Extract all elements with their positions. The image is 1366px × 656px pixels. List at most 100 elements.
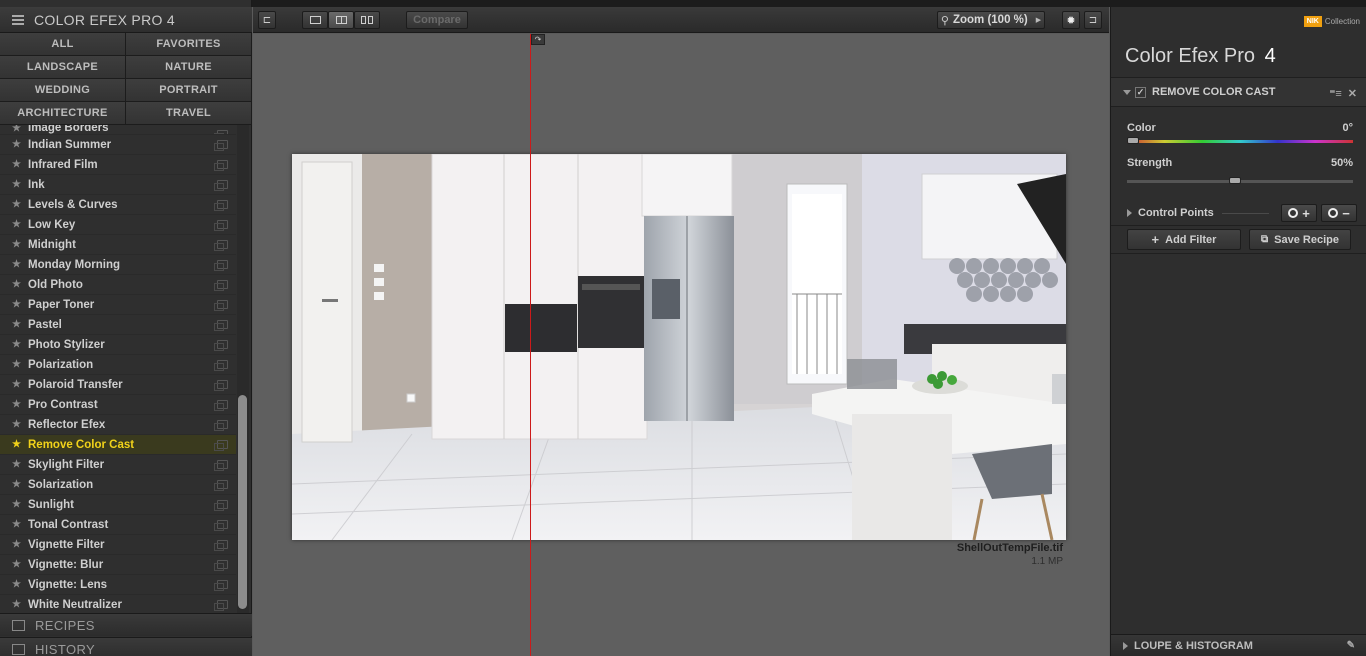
image-canvas[interactable]: ↷ ShellOutTempFile.tif 1.1 MP <box>253 34 1109 656</box>
favorite-star-icon[interactable]: ★ <box>12 479 28 490</box>
add-filter-icon[interactable] <box>214 480 228 491</box>
add-filter-icon[interactable] <box>214 580 228 591</box>
filter-item-image-borders[interactable]: ★ Image Borders <box>0 125 236 135</box>
filter-item-pro-contrast[interactable]: ★ Pro Contrast <box>0 395 236 415</box>
filter-item-paper-toner[interactable]: ★ Paper Toner <box>0 295 236 315</box>
add-filter-icon[interactable] <box>214 280 228 291</box>
side-by-side-button[interactable] <box>354 11 380 29</box>
favorite-star-icon[interactable]: ★ <box>12 319 28 330</box>
color-track[interactable] <box>1127 137 1353 144</box>
favorite-star-icon[interactable]: ★ <box>12 459 28 470</box>
filter-item-pastel[interactable]: ★ Pastel <box>0 315 236 335</box>
category-favorites-button[interactable]: FAVORITES <box>126 33 252 56</box>
add-control-point-button[interactable]: + <box>1281 204 1317 222</box>
filter-item-remove-color-cast[interactable]: ★ Remove Color Cast <box>0 435 236 455</box>
scrollbar-thumb[interactable] <box>238 395 247 609</box>
compare-button[interactable]: Compare <box>406 11 468 29</box>
filter-item-levels-curves[interactable]: ★ Levels & Curves <box>0 195 236 215</box>
pin-icon[interactable]: ✎ <box>1347 640 1355 651</box>
category-portrait-button[interactable]: PORTRAIT <box>126 79 252 102</box>
favorite-star-icon[interactable]: ★ <box>12 199 28 210</box>
add-filter-icon[interactable] <box>214 340 228 351</box>
remove-control-point-button[interactable]: − <box>1321 204 1357 222</box>
favorite-star-icon[interactable]: ★ <box>12 599 28 610</box>
filter-enable-checkbox[interactable]: ✓ <box>1135 86 1146 98</box>
add-filter-icon[interactable] <box>214 420 228 431</box>
strength-slider[interactable]: Strength 50% <box>1127 157 1353 184</box>
background-light-button[interactable]: ✹ <box>1062 11 1080 29</box>
recipes-section[interactable]: RECIPES <box>0 613 252 636</box>
filter-item-low-key[interactable]: ★ Low Key <box>0 215 236 235</box>
favorite-star-icon[interactable]: ★ <box>12 159 28 170</box>
filter-item-white-neutralizer[interactable]: ★ White Neutralizer <box>0 595 236 613</box>
add-filter-icon[interactable] <box>214 200 228 211</box>
add-filter-icon[interactable] <box>214 140 228 151</box>
favorite-star-icon[interactable]: ★ <box>12 539 28 550</box>
add-filter-icon[interactable] <box>214 220 228 231</box>
category-travel-button[interactable]: TRAVEL <box>126 102 252 125</box>
favorite-star-icon[interactable]: ★ <box>12 219 28 230</box>
collapse-arrow-icon[interactable] <box>1123 89 1131 95</box>
app-title-bar[interactable]: COLOR EFEX PRO 4 <box>0 7 252 33</box>
active-filter-header[interactable]: ✓ REMOVE COLOR CAST ⁼≡ ✕ <box>1111 77 1366 107</box>
filter-item-indian-summer[interactable]: ★ Indian Summer <box>0 135 236 155</box>
loupe-histogram-section[interactable]: LOUPE & HISTOGRAM ✎ <box>1111 634 1366 656</box>
split-handle-icon[interactable]: ↷ <box>531 34 545 45</box>
favorite-star-icon[interactable]: ★ <box>12 519 28 530</box>
add-filter-icon[interactable] <box>214 160 228 171</box>
add-filter-icon[interactable] <box>214 520 228 531</box>
add-filter-icon[interactable] <box>214 360 228 371</box>
filter-item-solarization[interactable]: ★ Solarization <box>0 475 236 495</box>
category-wedding-button[interactable]: WEDDING <box>0 79 126 102</box>
filter-item-photo-stylizer[interactable]: ★ Photo Stylizer <box>0 335 236 355</box>
strength-slider-knob[interactable] <box>1229 177 1241 184</box>
filter-item-old-photo[interactable]: ★ Old Photo <box>0 275 236 295</box>
favorite-star-icon[interactable]: ★ <box>12 579 28 590</box>
favorite-star-icon[interactable]: ★ <box>12 239 28 250</box>
favorite-star-icon[interactable]: ★ <box>12 125 28 134</box>
category-nature-button[interactable]: NATURE <box>126 56 252 79</box>
color-slider[interactable]: Color 0° <box>1127 122 1353 144</box>
filter-item-vignette-filter[interactable]: ★ Vignette Filter <box>0 535 236 555</box>
filter-item-tonal-contrast[interactable]: ★ Tonal Contrast <box>0 515 236 535</box>
add-filter-icon[interactable] <box>214 260 228 271</box>
add-filter-icon[interactable] <box>214 180 228 191</box>
expand-arrow-icon[interactable] <box>1127 209 1132 217</box>
category-all-button[interactable]: ALL <box>0 33 126 56</box>
filter-item-polarization[interactable]: ★ Polarization <box>0 355 236 375</box>
filter-item-midnight[interactable]: ★ Midnight <box>0 235 236 255</box>
add-filter-icon[interactable] <box>214 560 228 571</box>
remove-filter-icon[interactable]: ✕ <box>1348 87 1357 100</box>
filter-item-vignette-lens[interactable]: ★ Vignette: Lens <box>0 575 236 595</box>
favorite-star-icon[interactable]: ★ <box>12 379 28 390</box>
history-section[interactable]: HISTORY <box>0 637 252 656</box>
favorite-star-icon[interactable]: ★ <box>12 279 28 290</box>
favorite-star-icon[interactable]: ★ <box>12 399 28 410</box>
expand-arrow-icon[interactable] <box>1123 641 1128 650</box>
add-filter-icon[interactable] <box>214 600 228 611</box>
filter-item-polaroid-transfer[interactable]: ★ Polaroid Transfer <box>0 375 236 395</box>
favorite-star-icon[interactable]: ★ <box>12 179 28 190</box>
filter-item-sunlight[interactable]: ★ Sunlight <box>0 495 236 515</box>
add-filter-icon[interactable] <box>214 500 228 511</box>
filter-item-reflector-efex[interactable]: ★ Reflector Efex <box>0 415 236 435</box>
split-view-button[interactable] <box>328 11 354 29</box>
add-filter-icon[interactable] <box>214 540 228 551</box>
filter-item-skylight-filter[interactable]: ★ Skylight Filter <box>0 455 236 475</box>
favorite-star-icon[interactable]: ★ <box>12 419 28 430</box>
add-filter-icon[interactable] <box>214 240 228 251</box>
right-panel-toggle-button[interactable]: ⊐ <box>1084 11 1102 29</box>
filter-list-scrollbar[interactable] <box>237 125 249 613</box>
favorite-star-icon[interactable]: ★ <box>12 339 28 350</box>
add-filter-icon[interactable] <box>214 440 228 451</box>
filter-item-ink[interactable]: ★ Ink <box>0 175 236 195</box>
single-view-button[interactable] <box>302 11 328 29</box>
add-filter-icon[interactable] <box>214 300 228 311</box>
strength-track[interactable] <box>1127 177 1353 184</box>
zoom-arrow-icon[interactable]: ▶ <box>1036 16 1041 24</box>
favorite-star-icon[interactable]: ★ <box>12 139 28 150</box>
favorite-star-icon[interactable]: ★ <box>12 439 28 450</box>
add-filter-icon[interactable] <box>214 460 228 471</box>
filter-item-vignette-blur[interactable]: ★ Vignette: Blur <box>0 555 236 575</box>
add-filter-icon[interactable] <box>214 320 228 331</box>
